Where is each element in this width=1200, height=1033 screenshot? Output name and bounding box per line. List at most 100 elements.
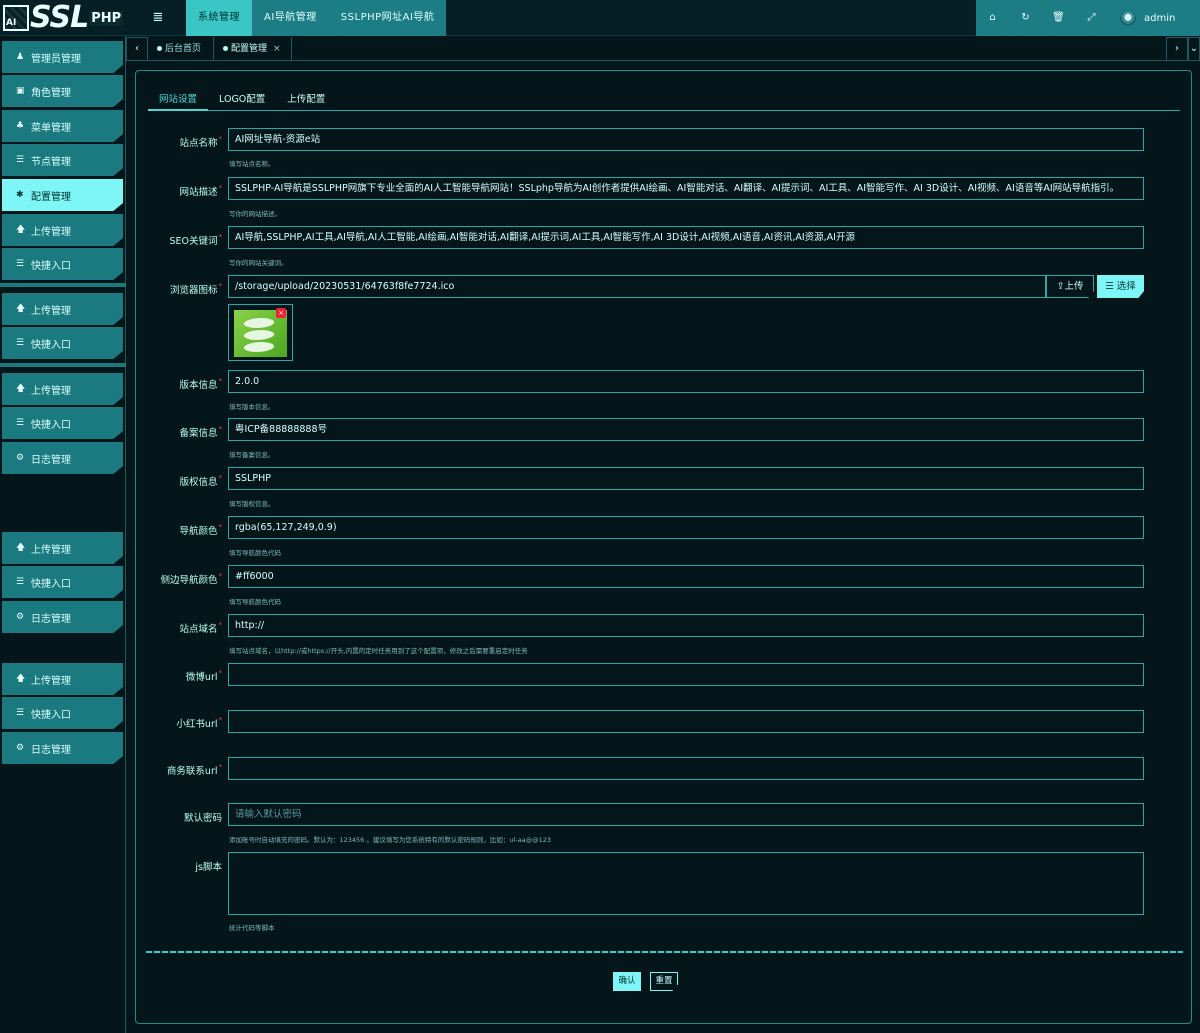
- sidebar-item-label: 配置管理: [31, 191, 71, 203]
- js-script-textarea[interactable]: [228, 852, 1144, 915]
- icp-help: 填写备案信息。: [229, 451, 275, 459]
- page-tabbar: ‹ 后台首页 配置管理 × › ⌄: [126, 37, 1200, 61]
- sidebar-item-shortcut[interactable]: ☰ 快捷入口: [2, 566, 123, 598]
- confirm-button[interactable]: 确认: [613, 972, 641, 991]
- copyright-input[interactable]: SSLPHP: [228, 467, 1144, 490]
- tab-upload-config[interactable]: 上传配置: [276, 91, 336, 111]
- version-help: 填写版本信息。: [229, 403, 275, 411]
- gear-icon: ⚙: [16, 743, 25, 753]
- logo[interactable]: AI SSL PHP: [0, 0, 126, 36]
- biz-input[interactable]: [228, 757, 1144, 780]
- sidebar-item-label: 日志管理: [31, 454, 71, 466]
- list-icon: ☰: [16, 708, 25, 718]
- weibo-label: 微博url*: [185, 669, 222, 683]
- logo-wave: [241, 342, 277, 352]
- sidebar-item-shortcut[interactable]: ☰ 快捷入口: [2, 407, 123, 439]
- default-password-help: 添加账号时自动填充的密码。默认为：123456 。建议填写为您系统特有的默认密码…: [229, 836, 552, 844]
- sidebar-item-label: 上传管理: [31, 226, 71, 238]
- fullscreen-icon[interactable]: ⤢: [1075, 0, 1108, 36]
- tab-next-icon[interactable]: ›: [1166, 37, 1188, 61]
- arrow-up-icon: 🡅: [16, 304, 26, 314]
- sidebar-item-label: 菜单管理: [31, 122, 71, 134]
- sidebar-item-upload[interactable]: 🡅 上传管理: [2, 532, 123, 564]
- upload-button[interactable]: ⇪上传: [1046, 275, 1094, 298]
- favicon-input[interactable]: /storage/upload/20230531/64763f8fe7724.i…: [228, 275, 1046, 298]
- top-header: AI SSL PHP ≣ 系统管理 AI导航管理 SSLPHP网址AI导航 ⌂ …: [0, 0, 1200, 36]
- nav-color-label: 导航颜色*: [179, 523, 222, 537]
- list-icon: ☰: [16, 155, 25, 165]
- arrow-up-icon: 🡅: [16, 225, 26, 235]
- refresh-icon[interactable]: ↻: [1009, 0, 1042, 36]
- xhs-input[interactable]: [228, 710, 1144, 733]
- header-toolbar: ⌂ ↻ 🗑 ⤢ admin: [976, 0, 1200, 36]
- seo-keywords-help: 写你的网站关键词。: [229, 259, 288, 267]
- delete-image-icon[interactable]: ×: [276, 308, 286, 318]
- sidebar-item-upload[interactable]: 🡅 上传管理: [2, 373, 123, 405]
- sidebar-item-upload[interactable]: 🡅 上传管理: [2, 663, 123, 695]
- seo-keywords-input[interactable]: AI导航,SSLPHP,AI工具,AI导航,AI人工智能,AI绘画,AI智能对话…: [228, 226, 1144, 249]
- arrow-up-icon: 🡅: [16, 674, 26, 684]
- side-color-label: 侧边导航颜色*: [160, 572, 222, 586]
- logo-badge-icon: AI: [3, 5, 29, 31]
- nav-system[interactable]: 系统管理: [186, 0, 252, 36]
- xhs-label: 小红书url*: [176, 716, 222, 730]
- tab-config[interactable]: 配置管理 ×: [214, 37, 292, 61]
- tab-label: 后台首页: [165, 44, 202, 54]
- tab-site-settings[interactable]: 网站设置: [148, 91, 209, 111]
- sidebar-item-shortcut[interactable]: ☰ 快捷入口: [2, 697, 123, 729]
- tab-home[interactable]: 后台首页: [148, 37, 214, 61]
- sidebar-item-label: 节点管理: [31, 156, 71, 168]
- sidebar-item-shortcut[interactable]: ☰ 快捷入口: [2, 327, 123, 359]
- sidebar-item-nodes[interactable]: ☰ 节点管理: [2, 144, 123, 176]
- tab-more-icon[interactable]: ⌄: [1188, 37, 1200, 61]
- sidebar-item-upload[interactable]: 🡅 上传管理: [2, 293, 123, 325]
- sidebar-item-label: 快捷入口: [31, 419, 71, 431]
- version-input[interactable]: 2.0.0: [228, 370, 1144, 393]
- nav-color-input[interactable]: rgba(65,127,249,0.9): [228, 516, 1144, 539]
- tab-prev-icon[interactable]: ‹: [126, 37, 148, 61]
- sidebar-item-logs[interactable]: ⚙ 日志管理: [2, 732, 123, 764]
- reset-button[interactable]: 重置: [650, 972, 678, 991]
- config-subtabs: 网站设置 LOGO配置 上传配置: [148, 91, 1180, 111]
- sidebar-item-config[interactable]: ✱ 配置管理: [2, 179, 123, 211]
- tab-logo-config[interactable]: LOGO配置: [208, 91, 276, 111]
- default-password-label: 默认密码: [183, 813, 222, 824]
- default-password-input[interactable]: 请输入默认密码: [228, 803, 1144, 826]
- sidebar-item-admin[interactable]: ♟ 管理员管理: [2, 41, 123, 73]
- site-desc-input[interactable]: SSLPHP-AI导航是SSLPHP网旗下专业全面的AI人工智能导航网站！SSL…: [228, 177, 1144, 200]
- domain-input[interactable]: http://: [228, 614, 1144, 637]
- tab-label: 配置管理: [231, 44, 268, 54]
- weibo-input[interactable]: [228, 663, 1144, 686]
- avatar[interactable]: [1120, 10, 1136, 26]
- config-panel: 网站设置 LOGO配置 上传配置 站点名称* AI网址导航-资源e站 填写站点名…: [135, 70, 1192, 1024]
- site-name-label: 站点名称*: [179, 135, 222, 149]
- close-icon[interactable]: ×: [273, 44, 281, 54]
- icp-input[interactable]: 粤ICP备88888888号: [228, 418, 1144, 441]
- logo-wave: [241, 330, 277, 340]
- username[interactable]: admin: [1144, 13, 1175, 24]
- menu-toggle-icon[interactable]: ≣: [150, 10, 166, 26]
- nav-ai-nav[interactable]: AI导航管理: [252, 0, 329, 36]
- site-name-input[interactable]: AI网址导航-资源e站: [228, 128, 1144, 151]
- home-icon[interactable]: ⌂: [976, 0, 1009, 36]
- arrow-up-icon: 🡅: [16, 543, 26, 553]
- asterisk-icon: ✱: [16, 190, 24, 200]
- logo-sub: PHP: [89, 10, 124, 26]
- nav-sslphp-ai[interactable]: SSLPHP网址AI导航: [328, 0, 447, 36]
- sidebar-item-label: 日志管理: [31, 613, 71, 625]
- list-icon: ☰: [16, 259, 25, 269]
- sidebar-item-shortcut[interactable]: ☰ 快捷入口: [2, 248, 123, 280]
- sidebar-item-logs[interactable]: ⚙ 日志管理: [2, 601, 123, 633]
- sidebar-item-logs[interactable]: ⚙ 日志管理: [2, 442, 123, 474]
- choose-button[interactable]: ☰ 选择: [1097, 275, 1144, 298]
- sidebar-item-label: 上传管理: [31, 675, 71, 687]
- side-color-input[interactable]: #ff6000: [228, 565, 1144, 588]
- sidebar-item-upload[interactable]: 🡅 上传管理: [2, 214, 123, 246]
- arrow-up-icon: 🡅: [16, 384, 26, 394]
- sidebar-item-roles[interactable]: ▣ 角色管理: [2, 75, 123, 107]
- sidebar-item-menus[interactable]: ♣ 菜单管理: [2, 110, 123, 142]
- nav-color-help: 填写导航颜色代码: [229, 549, 281, 557]
- trash-icon[interactable]: 🗑: [1042, 0, 1075, 36]
- logo-text: SSL: [30, 0, 89, 35]
- domain-help: 填写站点域名，以http://或https://开头,内置的定时任务用到了这个配…: [229, 647, 528, 655]
